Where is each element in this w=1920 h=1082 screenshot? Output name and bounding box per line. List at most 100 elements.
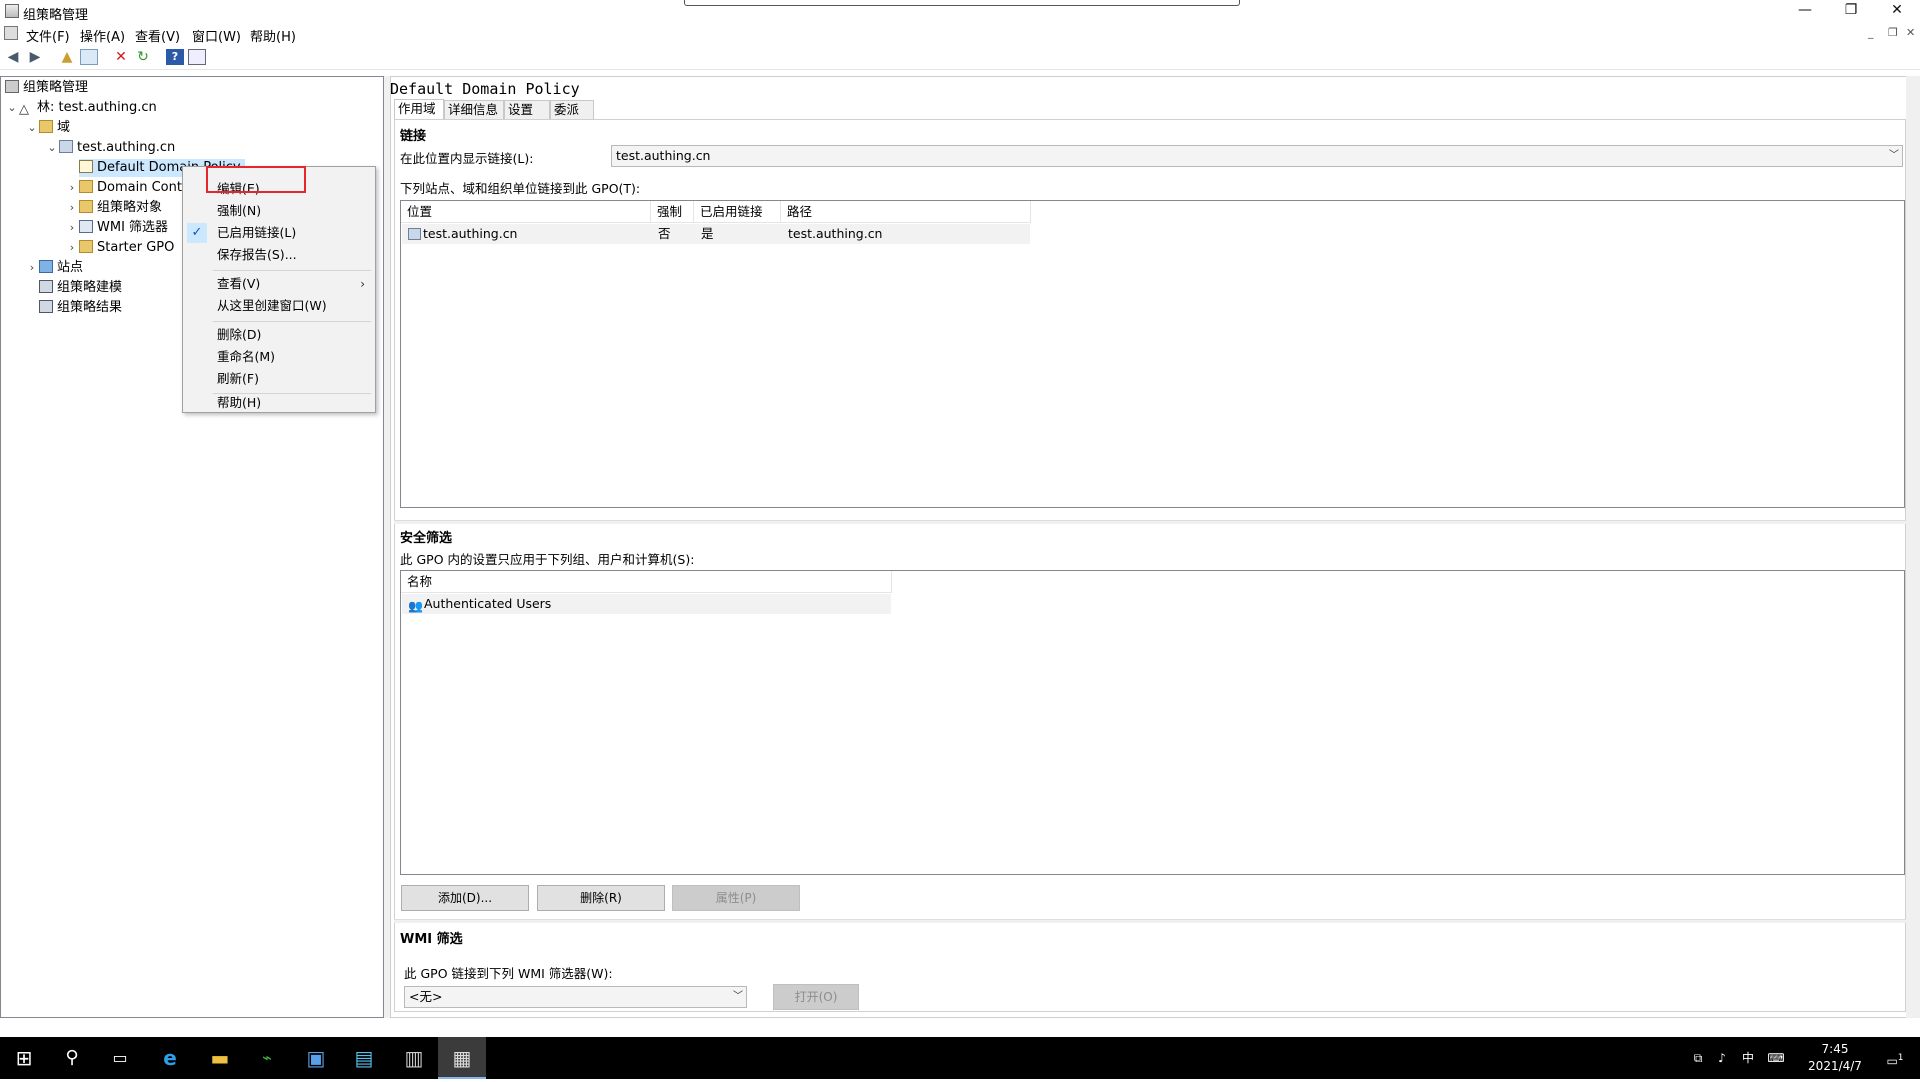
close-button[interactable]: ✕ <box>1874 0 1920 22</box>
keyboard-icon[interactable]: ⌨ <box>1764 1037 1788 1079</box>
chevron-right-icon[interactable]: › <box>65 239 79 257</box>
tree-item-root[interactable]: 组策略管理 <box>5 79 88 97</box>
menu-item-enforced[interactable]: 强制(N) <box>183 201 375 221</box>
notification-center-icon[interactable]: ▭1 <box>1880 1037 1910 1079</box>
contacts-icon[interactable]: ▣ <box>292 1037 340 1079</box>
column-enforced[interactable]: 强制 <box>651 201 694 223</box>
users-group-icon: 👥 <box>408 599 423 613</box>
wmi-filter-dropdown[interactable]: <无> ﹀ <box>404 986 747 1008</box>
menu-help[interactable]: 帮助(H) <box>250 26 296 45</box>
tab-details[interactable]: 详细信息 <box>444 100 504 119</box>
remove-button[interactable]: 删除(R) <box>537 885 665 911</box>
tree-label: 林: test.authing.cn <box>37 100 157 115</box>
internet-explorer-icon[interactable]: e <box>146 1037 194 1079</box>
chevron-right-icon[interactable]: › <box>65 199 79 217</box>
server-manager-icon[interactable]: ▥ <box>390 1037 438 1079</box>
app-icon <box>5 4 19 18</box>
ime-indicator[interactable]: 中 <box>1736 1037 1760 1079</box>
tree-item-domain-controllers[interactable]: › Domain Contr <box>65 179 187 197</box>
vertical-scrollbar[interactable] <box>1906 76 1920 1018</box>
table-row[interactable]: test.authing.cn 否 是 test.authing.cn <box>402 224 1030 244</box>
refresh-icon[interactable]: ↻ <box>134 49 152 65</box>
forward-icon[interactable]: ▶ <box>26 49 44 65</box>
tab-settings[interactable]: 设置 <box>504 100 550 119</box>
scope-tab-content: 链接 在此位置内显示链接(L): test.authing.cn ﹀ 下列站点、… <box>394 119 1906 1012</box>
chevron-down-icon[interactable]: ⌄ <box>45 139 59 157</box>
start-icon[interactable]: ⊞ <box>0 1037 48 1079</box>
notification-count: 1 <box>1897 1053 1904 1063</box>
security-filtering-heading: 安全筛选 <box>400 531 453 546</box>
properties-icon[interactable] <box>188 49 206 65</box>
chevron-right-icon[interactable]: › <box>65 219 79 237</box>
links-list[interactable]: 位置 强制 已启用链接 路径 test.authing.cn 否 是 test.… <box>400 200 1905 508</box>
mdi-restore-button[interactable]: ❐ <box>1888 26 1898 39</box>
menu-view[interactable]: 查看(V) <box>135 26 180 45</box>
search-icon[interactable]: ⚲ <box>48 1037 96 1079</box>
network-monitor-icon[interactable]: ⌁ <box>243 1037 291 1079</box>
chevron-right-icon[interactable]: › <box>25 259 39 277</box>
mdi-minimize-button[interactable]: _ <box>1868 26 1874 39</box>
task-view-icon[interactable]: ▭ <box>96 1037 144 1079</box>
tree-item-forest[interactable]: ⌄ △ 林: test.authing.cn <box>5 99 157 117</box>
table-row[interactable]: 👥Authenticated Users <box>402 594 891 614</box>
tree-label: 组策略建模 <box>57 280 123 295</box>
menu-item-save-report[interactable]: 保存报告(S)... <box>183 245 375 265</box>
menu-item-new-window[interactable]: 从这里创建窗口(W) <box>183 296 375 316</box>
network-icon[interactable]: ⧉ <box>1688 1037 1708 1079</box>
menu-action[interactable]: 操作(A) <box>80 26 125 45</box>
up-folder-icon[interactable]: ▲ <box>58 49 76 65</box>
tree-item-domains[interactable]: ⌄ 域 <box>25 119 70 137</box>
console-icon[interactable] <box>4 26 18 40</box>
tree-item-gpo-objects[interactable]: › 组策略对象 <box>65 199 162 217</box>
help-icon[interactable]: ? <box>166 49 184 65</box>
menu-item-delete[interactable]: 删除(D) <box>183 325 375 345</box>
chevron-right-icon[interactable]: › <box>65 179 79 197</box>
tree-item-sites[interactable]: › 站点 <box>25 259 83 277</box>
chevron-down-icon[interactable]: ⌄ <box>5 99 19 117</box>
menu-item-refresh[interactable]: 刷新(F) <box>183 369 375 389</box>
tab-delegation[interactable]: 委派 <box>550 100 594 119</box>
section-splitter[interactable] <box>394 520 1906 524</box>
column-location[interactable]: 位置 <box>401 201 651 223</box>
tree-label: test.authing.cn <box>77 140 176 155</box>
location-text: test.authing.cn <box>423 226 518 241</box>
tree-item-results[interactable]: 组策略结果 <box>39 299 122 317</box>
properties-button[interactable]: 属性(P) <box>672 885 800 911</box>
clock[interactable]: 7:45 2021/4/7 <box>1800 1041 1870 1075</box>
menu-window[interactable]: 窗口(W) <box>192 26 241 45</box>
group-policy-icon[interactable]: ▦ <box>438 1037 486 1079</box>
remote-desktop-icon[interactable]: ▤ <box>340 1037 388 1079</box>
menu-item-link-enabled[interactable]: ✓ 已启用链接(L) <box>183 223 375 243</box>
tree-item-domain[interactable]: ⌄ test.authing.cn <box>45 139 175 157</box>
add-button[interactable]: 添加(D)... <box>401 885 529 911</box>
open-button[interactable]: 打开(O) <box>773 984 859 1010</box>
sites-icon <box>39 260 53 273</box>
cell-enforced: 否 <box>658 226 671 241</box>
location-dropdown[interactable]: test.authing.cn ﹀ <box>611 145 1903 167</box>
volume-muted-icon[interactable]: ♪ <box>1712 1037 1732 1079</box>
tab-scope[interactable]: 作用域 <box>394 99 444 120</box>
tree-item-wmi-filters[interactable]: › WMI 筛选器 <box>65 219 168 237</box>
tree-item-starter-gpo[interactable]: › Starter GPO <box>65 239 174 257</box>
tree-item-modeling[interactable]: 组策略建模 <box>39 279 122 297</box>
security-filtering-desc: 此 GPO 内的设置只应用于下列组、用户和计算机(S): <box>400 552 695 567</box>
menu-item-view[interactable]: 查看(V) › <box>183 274 375 294</box>
location-label: 在此位置内显示链接(L): <box>400 151 534 166</box>
menu-file[interactable]: 文件(F) <box>26 26 70 45</box>
restore-button[interactable]: ❐ <box>1828 0 1874 22</box>
delete-icon[interactable]: ✕ <box>112 49 130 65</box>
column-name[interactable]: 名称 <box>401 571 892 593</box>
menu-item-rename[interactable]: 重命名(M) <box>183 347 375 367</box>
menu-item-help[interactable]: 帮助(H) <box>183 393 375 413</box>
back-icon[interactable]: ◀ <box>4 49 22 65</box>
mdi-close-button[interactable]: ✕ <box>1906 26 1915 39</box>
column-link-enabled[interactable]: 已启用链接 <box>694 201 781 223</box>
show-hide-tree-icon[interactable] <box>80 49 98 65</box>
chevron-down-icon[interactable]: ⌄ <box>25 119 39 137</box>
minimize-button[interactable]: — <box>1782 0 1828 22</box>
location-value: test.authing.cn <box>616 148 711 163</box>
security-filter-list[interactable]: 名称 👥Authenticated Users <box>400 570 1905 875</box>
column-path[interactable]: 路径 <box>781 201 1031 223</box>
file-explorer-icon[interactable]: ▬ <box>196 1037 244 1079</box>
section-splitter[interactable] <box>394 919 1906 923</box>
